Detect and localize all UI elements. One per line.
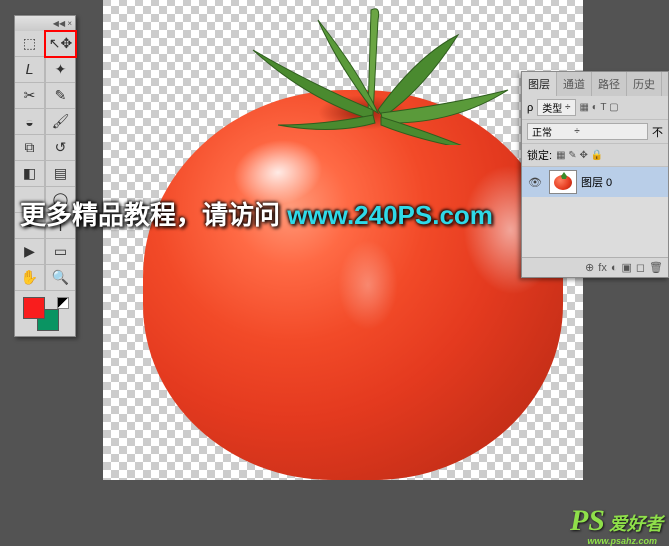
opacity-label-partial: 不 (652, 124, 663, 140)
lasso-tool[interactable]: 𝘓 (15, 57, 45, 83)
layer-filter-select[interactable]: 类型 ÷ (537, 99, 575, 116)
tutorial-overlay-text: 更多精品教程，请访问 www.240PS.com (20, 195, 493, 232)
filter-prefix: ρ (527, 102, 533, 114)
clone-tool[interactable]: ⧉ (15, 135, 45, 161)
history-brush-tool[interactable]: ↺ (45, 135, 75, 161)
spot-heal-tool[interactable]: ◒ (15, 109, 45, 135)
tomato-stem-icon (223, 0, 523, 145)
layer-row[interactable]: 👁 图层 0 (522, 167, 668, 197)
layer-footer-button-1[interactable]: fx (598, 262, 607, 274)
zoom-tool[interactable]: 🔍 (45, 265, 75, 291)
crop-tool[interactable]: ✂ (15, 83, 45, 109)
layer-list: 👁 图层 0 (522, 167, 668, 197)
visibility-toggle-icon[interactable]: 👁 (525, 176, 545, 189)
tab-channels[interactable]: 通道 (557, 72, 592, 96)
blend-mode-select[interactable]: 正常 ÷ (527, 123, 648, 140)
layer-footer-button-4[interactable]: ◻ (636, 261, 645, 274)
color-swatches[interactable] (15, 291, 75, 336)
tab-layers[interactable]: 图层 (522, 72, 557, 96)
filter-type-icons[interactable]: ▦ ◐ T ▢ (580, 102, 619, 113)
layer-footer-button-3[interactable]: ▣ (621, 261, 631, 274)
layer-list-empty-area (522, 197, 668, 257)
eraser-tool[interactable]: ◧ (15, 161, 45, 187)
layer-footer-button-2[interactable]: ◐ (611, 262, 618, 274)
eyedropper-tool[interactable]: ✎ (45, 83, 75, 109)
layer-name[interactable]: 图层 0 (581, 174, 612, 190)
gradient-tool[interactable]: ▤ (45, 161, 75, 187)
layer-footer-button-0[interactable]: ⊕ (585, 261, 594, 274)
shape-tool[interactable]: ▭ (45, 239, 75, 265)
hand-tool[interactable]: ✋ (15, 265, 45, 291)
lock-icons[interactable]: ▦ ✎ ✥ 🔒 (556, 150, 603, 161)
watermark-url: www.psahz.com (587, 536, 657, 546)
tools-panel: ◀◀ × ⬚↖✥𝘓✦✂✎◒🖌⧉↺◧▤𓂃◯✒T▶▭✋🔍 (14, 15, 76, 337)
magic-wand-tool[interactable]: ✦ (45, 57, 75, 83)
default-colors-icon[interactable] (57, 297, 69, 309)
foreground-color-swatch[interactable] (23, 297, 45, 319)
move-tool[interactable]: ↖✥ (45, 31, 75, 57)
path-select-tool[interactable]: ▶ (15, 239, 45, 265)
lock-label: 锁定: (527, 147, 552, 163)
tab-history[interactable]: 历史 (627, 72, 662, 96)
layer-thumbnail[interactable] (549, 170, 577, 194)
watermark: PS 爱好者 (570, 504, 663, 538)
brush-tool[interactable]: 🖌 (45, 109, 75, 135)
tab-paths[interactable]: 路径 (592, 72, 627, 96)
marquee-tool[interactable]: ⬚ (15, 31, 45, 57)
layer-footer-button-5[interactable]: 🗑 (649, 261, 663, 274)
panel-collapse-icons[interactable]: ◀◀ × (15, 16, 75, 31)
layers-panel-footer: ⊕ fx ◐▣ ◻ 🗑 (522, 257, 668, 277)
layers-panel: 图层通道路径历史 ρ 类型 ÷ ▦ ◐ T ▢ 正常 ÷ 不 锁定: ▦ ✎ ✥… (521, 71, 669, 278)
